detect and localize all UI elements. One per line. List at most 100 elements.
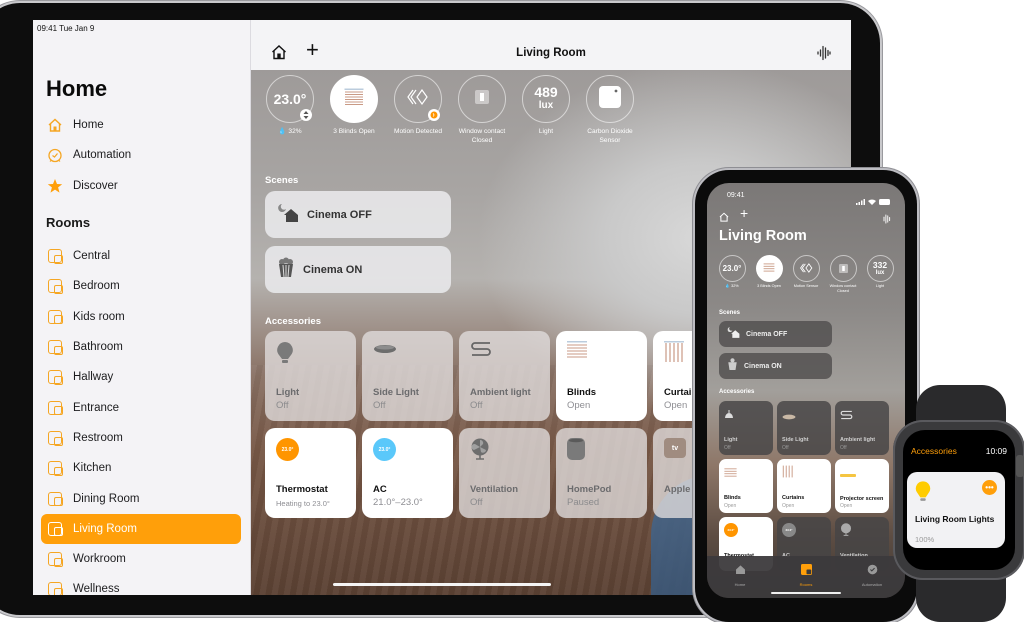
sidebar-room-restroom[interactable]: Restroom <box>41 423 241 453</box>
accessory-name: Ambient light <box>840 436 876 443</box>
light-strip-icon <box>840 407 853 425</box>
sidebar-room-hallway[interactable]: Hallway <box>41 362 241 392</box>
popcorn-icon <box>277 257 295 282</box>
projector-screen-icon <box>840 465 856 483</box>
rooms-list: Central Bedroom Kids room Bathroom Hallw… <box>41 241 241 595</box>
accessory-name: Side Light <box>782 436 809 443</box>
room-label: Hallway <box>73 371 114 384</box>
status-light[interactable]: 489 lux Light <box>517 75 575 145</box>
status-blinds[interactable]: 3 Blinds Open <box>325 75 383 145</box>
sidebar-room-kids-room[interactable]: Kids room <box>41 302 241 332</box>
room-icon <box>48 491 63 507</box>
sidebar-item-home[interactable]: Home <box>41 110 241 140</box>
accessory-side-light[interactable]: Side Light Off <box>777 401 831 455</box>
sidebar-room-living-room[interactable]: Living Room <box>41 513 241 544</box>
sidebar-room-dining-room[interactable]: Dining Room <box>41 483 241 513</box>
accessory-ambient-light[interactable]: Ambient light Off <box>459 331 550 421</box>
status-blinds[interactable]: 3 Blinds Open <box>753 255 785 294</box>
scene-cinema-off[interactable]: Cinema OFF <box>719 321 832 347</box>
scene-cinema-on[interactable]: Cinema ON <box>719 353 832 379</box>
tab-automation[interactable]: Automation <box>847 562 897 598</box>
accessory-state: Off <box>470 497 483 508</box>
sidebar-room-kitchen[interactable]: Kitchen <box>41 453 241 483</box>
sidebar-title: Home <box>46 76 108 101</box>
blinds-icon <box>344 88 364 111</box>
sidebar-room-bathroom[interactable]: Bathroom <box>41 332 241 362</box>
sidebar-room-wellness[interactable]: Wellness <box>41 574 241 595</box>
watch-accessory-card[interactable]: ••• Living Room Lights 100% <box>907 472 1005 548</box>
tab-home[interactable]: Home <box>715 562 765 598</box>
iphone-screen: 09:41 + Living Room 23.0° 💧 32% 3 Blinds… <box>707 183 905 598</box>
wifi-icon <box>868 192 876 210</box>
sidebar-item-discover[interactable]: Discover <box>41 171 241 201</box>
scenes-header: Scenes <box>719 310 741 316</box>
accessory-ac[interactable]: 23.0° AC 21.0°–23.0° <box>362 428 453 518</box>
status-summary-row: 23.0° 💧 32% 3 Blinds Open Motion Detecte… <box>261 75 639 145</box>
scene-label: Cinema OFF <box>746 330 788 338</box>
status-motion[interactable]: Motion Detected <box>389 75 447 145</box>
room-label: Central <box>73 250 111 263</box>
sidebar-room-central[interactable]: Central <box>41 241 241 271</box>
scene-cinema-on[interactable]: Cinema ON <box>265 246 451 293</box>
room-icon <box>48 309 63 325</box>
add-icon[interactable]: + <box>740 205 748 221</box>
accessory-name: Blinds <box>567 387 597 398</box>
room-icon <box>48 582 63 595</box>
more-options-icon[interactable]: ••• <box>982 480 997 495</box>
accessory-ambient-light[interactable]: Ambient light Off <box>835 401 889 455</box>
scene-cinema-off[interactable]: Cinema OFF <box>265 191 451 238</box>
home-indicator[interactable] <box>333 583 551 586</box>
sidebar-item-automation[interactable]: Automation <box>41 140 241 170</box>
accessory-name: Blinds <box>724 494 741 501</box>
status-climate[interactable]: 23.0° 💧 32% <box>261 75 319 145</box>
accessories-grid: Light Off Side Light Off Ambient light O… <box>265 331 744 518</box>
accessory-light[interactable]: Light Off <box>719 401 773 455</box>
accessory-ventilation[interactable]: Ventilation Off <box>459 428 550 518</box>
accessory-name: Curtains <box>782 494 805 501</box>
accessory-curtains[interactable]: Curtains Open <box>777 459 831 513</box>
ceiling-light-icon <box>782 407 796 425</box>
status-light[interactable]: 332 lux Light <box>864 255 896 294</box>
siri-waveform-icon[interactable] <box>882 211 891 229</box>
watch-digital-crown[interactable] <box>1016 455 1024 477</box>
light-lux-unit: lux <box>875 269 885 276</box>
accessory-state: Open <box>782 503 795 509</box>
accessory-state: Off <box>373 400 386 411</box>
status-window[interactable]: Window contact Closed <box>453 75 511 145</box>
apple-tv-icon: tv <box>664 438 686 458</box>
sidebar-room-entrance[interactable]: Entrance <box>41 392 241 422</box>
sidebar-room-bedroom[interactable]: Bedroom <box>41 271 241 301</box>
status-window[interactable]: Window contact Closed <box>827 255 859 294</box>
room-icon <box>48 370 63 385</box>
status-motion[interactable]: Motion Sensor <box>790 255 822 294</box>
accessory-state: Open <box>567 400 591 411</box>
window-status-label: Window contact Closed <box>829 284 857 293</box>
accessory-state: Open <box>664 400 688 411</box>
accessory-thermostat[interactable]: 23.0° Thermostat Heating to 23.0° <box>265 428 356 518</box>
home-indicator[interactable] <box>771 591 841 594</box>
room-label: Kids room <box>73 310 125 323</box>
window-status-label: Window contact Closed <box>458 128 506 144</box>
accessory-light[interactable]: Light Off <box>265 331 356 421</box>
room-icon <box>48 461 63 476</box>
tab-label: Automation <box>861 582 883 587</box>
accessory-homepod[interactable]: HomePod Paused <box>556 428 647 518</box>
temperature-value: 23.0° <box>722 264 742 273</box>
status-co2[interactable]: Carbon Dioxide Sensor <box>581 75 639 145</box>
rooms-icon <box>800 562 812 580</box>
accessory-blinds[interactable]: Blinds Open <box>556 331 647 421</box>
accessory-projector-screen[interactable]: Projector screen Open <box>835 459 889 513</box>
rooms-header: Rooms <box>46 215 91 230</box>
sidebar-room-workroom[interactable]: Workroom <box>41 544 241 574</box>
ac-temp-badge: 23.0° <box>373 438 396 461</box>
status-climate[interactable]: 23.0° 💧 32% <box>716 255 748 294</box>
accessory-blinds[interactable]: Blinds Open <box>719 459 773 513</box>
accessory-side-light[interactable]: Side Light Off <box>362 331 453 421</box>
accessory-state: Off <box>782 445 789 451</box>
home-settings-icon[interactable] <box>719 209 729 227</box>
lightbulb-icon <box>915 480 931 509</box>
blinds-icon <box>567 341 587 364</box>
blinds-icon <box>724 465 737 483</box>
siri-waveform-icon[interactable] <box>817 45 831 61</box>
room-icon <box>48 400 63 416</box>
